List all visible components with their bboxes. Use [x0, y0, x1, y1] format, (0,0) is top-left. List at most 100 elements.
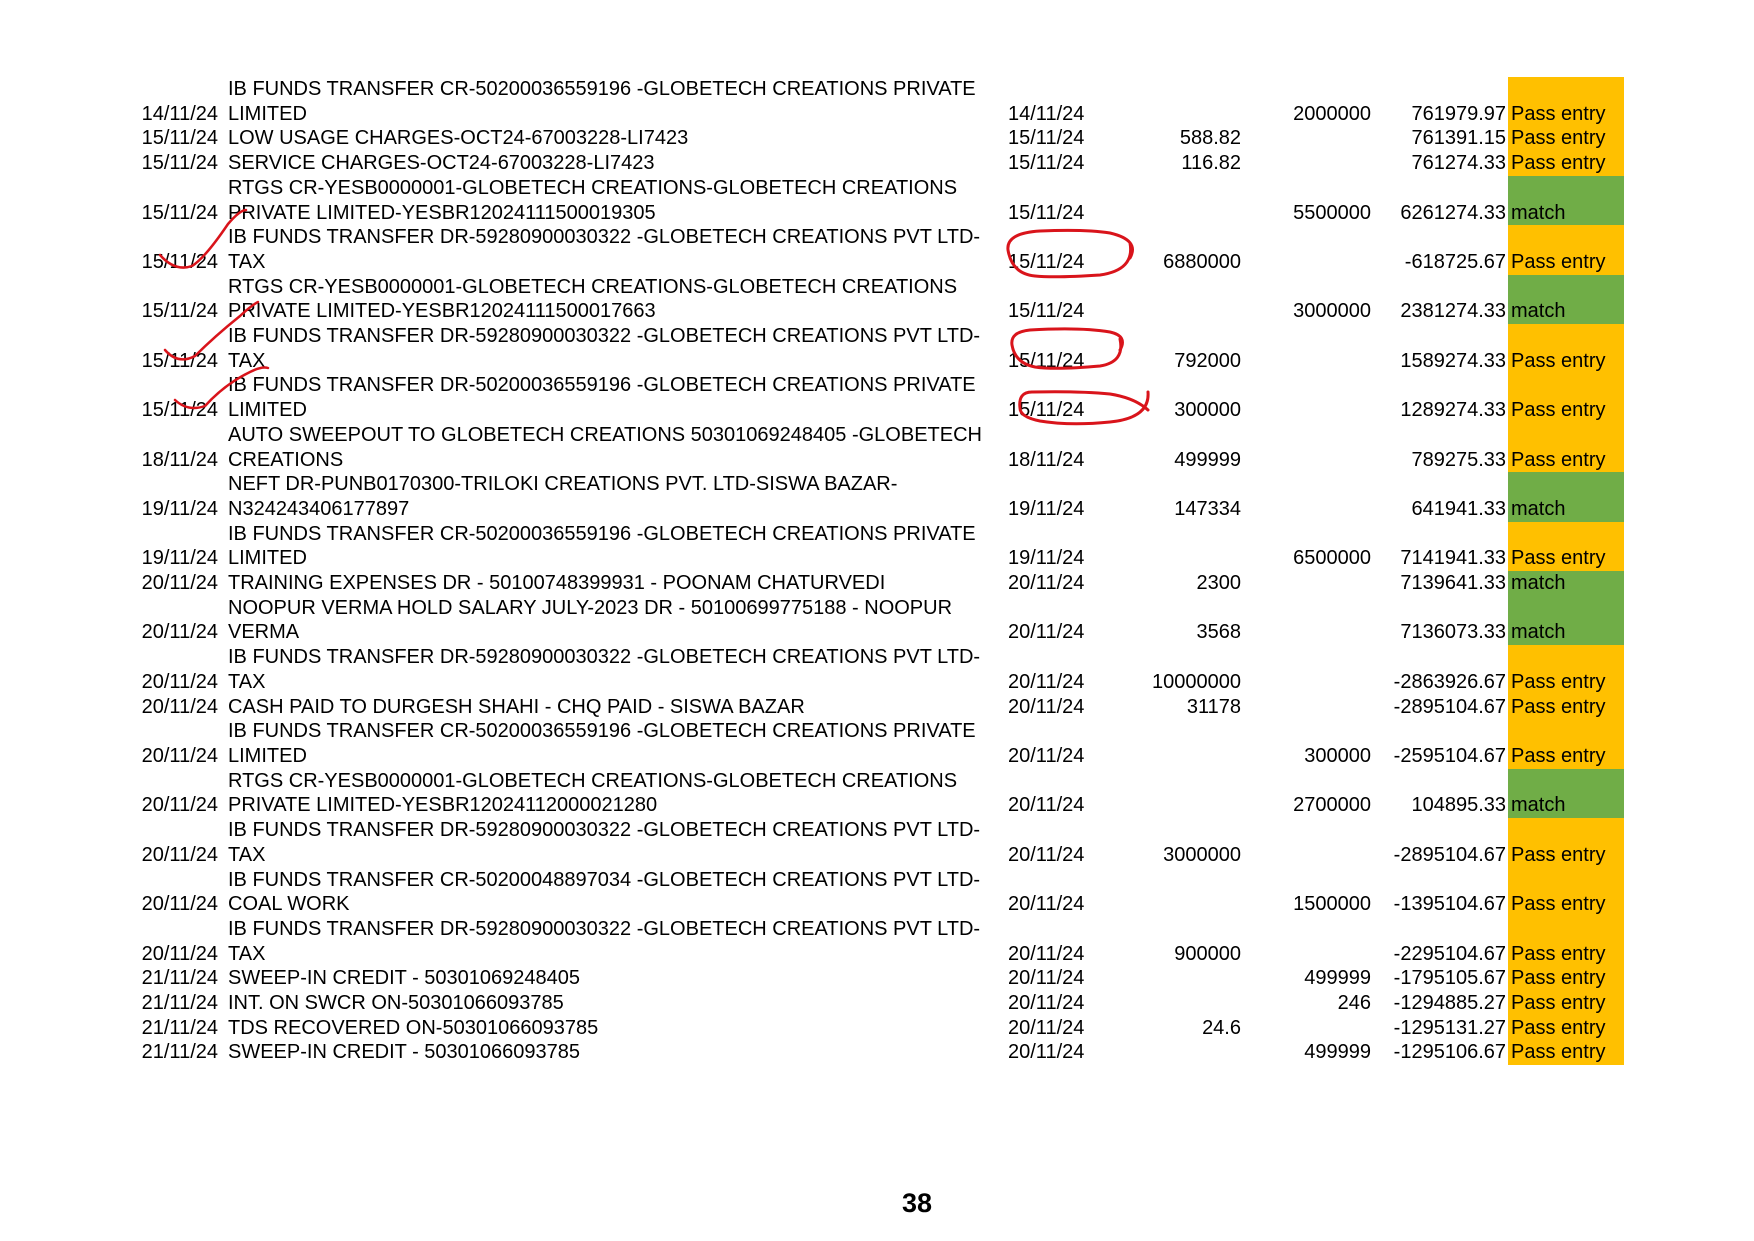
- debit-amount: [1120, 719, 1241, 768]
- debit-amount: [1120, 522, 1241, 571]
- txn-date: 21/11/24: [141, 1016, 218, 1039]
- txn-date: 20/11/24: [141, 695, 218, 718]
- table-row: 20/11/24 CASH PAID TO DURGESH SHAHI - CHQ…: [128, 694, 1624, 720]
- page-number: 38: [901, 1188, 933, 1218]
- reconciliation-status: match: [1508, 175, 1624, 226]
- debit-amount: 900000: [1174, 942, 1241, 965]
- value-date: 15/11/24: [1008, 349, 1085, 372]
- txn-description: IB FUNDS TRANSFER CR-50200036559196 -GLO…: [228, 78, 976, 125]
- txn-date: 20/11/24: [141, 893, 218, 916]
- reconciliation-status: Pass entry: [1508, 324, 1624, 374]
- txn-date: 15/11/24: [141, 300, 218, 323]
- balance: -2895104.67: [1393, 695, 1506, 718]
- table-row: 15/11/24 IB FUNDS TRANSFER DR-50200036559…: [128, 373, 1624, 423]
- value-date: 20/11/24: [1008, 744, 1085, 767]
- balance: 1589274.33: [1400, 349, 1506, 372]
- table-row: 14/11/24 IB FUNDS TRANSFER CR-50200036559…: [128, 77, 1624, 127]
- reconciliation-status: Pass entry: [1508, 1015, 1624, 1041]
- reconciliation-status: match: [1508, 472, 1624, 522]
- txn-date: 15/11/24: [141, 399, 218, 422]
- table-row: 19/11/24 IB FUNDS TRANSFER CR-50200036559…: [128, 521, 1624, 572]
- credit-amount: [1241, 324, 1371, 373]
- txn-description: IB FUNDS TRANSFER DR-59280900030322 -GLO…: [228, 226, 981, 273]
- txn-date: 14/11/24: [141, 102, 218, 125]
- balance: 789275.33: [1411, 448, 1506, 471]
- debit-amount: 116.82: [1181, 152, 1241, 175]
- balance: -2295104.67: [1393, 942, 1506, 965]
- value-date: 14/11/24: [1008, 102, 1085, 125]
- txn-description: IB FUNDS TRANSFER CR-50200036559196 -GLO…: [228, 720, 976, 767]
- credit-amount: [1241, 917, 1371, 966]
- txn-date: 20/11/24: [141, 670, 218, 693]
- balance: 1289274.33: [1400, 399, 1506, 422]
- table-row: 15/11/24 IB FUNDS TRANSFER DR-59280900030…: [128, 225, 1624, 275]
- balance: -1295131.27: [1393, 1016, 1506, 1039]
- balance: -1295106.67: [1393, 1041, 1506, 1064]
- value-date: 20/11/24: [1008, 967, 1085, 990]
- txn-description: IB FUNDS TRANSFER DR-50200036559196 -GLO…: [228, 374, 976, 422]
- debit-amount: 147334: [1174, 497, 1241, 520]
- reconciliation-status: match: [1508, 571, 1624, 596]
- value-date: 15/11/24: [1008, 250, 1085, 273]
- txn-description: RTGS CR-YESB0000001-GLOBETECH CREATIONS-…: [228, 769, 958, 817]
- reconciliation-status: Pass entry: [1508, 521, 1624, 572]
- credit-amount: [1241, 151, 1371, 176]
- txn-description: TRAINING EXPENSES DR - 50100748399931 - …: [228, 572, 886, 595]
- value-date: 20/11/24: [1008, 794, 1085, 817]
- value-date: 20/11/24: [1008, 621, 1085, 644]
- balance: 7139641.33: [1400, 572, 1506, 595]
- balance: 761979.97: [1411, 102, 1506, 125]
- credit-amount: [1241, 472, 1371, 521]
- txn-description: RTGS CR-YESB0000001-GLOBETECH CREATIONS-…: [228, 176, 958, 224]
- debit-amount: 499999: [1174, 448, 1241, 471]
- debit-amount: 588.82: [1179, 127, 1241, 150]
- debit-amount: 31178: [1186, 695, 1241, 718]
- balance: 641941.33: [1411, 497, 1506, 520]
- value-date: 15/11/24: [1008, 201, 1085, 224]
- credit-amount: [1241, 126, 1371, 151]
- value-date: 19/11/24: [1008, 497, 1085, 520]
- table-row: 20/11/24 IB FUNDS TRANSFER CR-50200036559…: [128, 719, 1624, 769]
- debit-amount: 6880000: [1163, 250, 1241, 273]
- table-row: 20/11/24 IB FUNDS TRANSFER CR-50200048897…: [128, 867, 1624, 917]
- debit-amount: 24.6: [1202, 1016, 1241, 1039]
- txn-date: 20/11/24: [141, 572, 218, 595]
- credit-amount: 499999: [1304, 1041, 1371, 1064]
- txn-description: CASH PAID TO DURGESH SHAHI - CHQ PAID - …: [228, 695, 805, 718]
- balance: -2595104.67: [1393, 744, 1506, 767]
- txn-description: TDS RECOVERED ON-50301066093785: [228, 1016, 599, 1039]
- balance: 104895.33: [1411, 794, 1506, 817]
- balance: -1294885.27: [1393, 992, 1506, 1015]
- txn-description: SWEEP-IN CREDIT - 50301066093785: [228, 1041, 581, 1064]
- txn-description: SERVICE CHARGES-OCT24-67003228-LI7423: [228, 152, 655, 175]
- credit-amount: [1241, 695, 1371, 720]
- statement-rows: 14/11/24 IB FUNDS TRANSFER CR-50200036559…: [128, 77, 1624, 1066]
- reconciliation-status: Pass entry: [1508, 991, 1624, 1016]
- txn-date: 19/11/24: [141, 547, 218, 570]
- table-row: 20/11/24 RTGS CR-YESB0000001-GLOBETECH CR…: [128, 768, 1624, 819]
- txn-date: 21/11/24: [141, 1041, 218, 1064]
- table-row: 20/11/24 IB FUNDS TRANSFER DR-59280900030…: [128, 645, 1624, 695]
- debit-amount: [1120, 991, 1241, 1016]
- txn-description: SWEEP-IN CREDIT - 50301069248405: [228, 967, 581, 990]
- credit-amount: [1241, 645, 1371, 694]
- txn-description: IB FUNDS TRANSFER DR-59280900030322 -GLO…: [228, 646, 981, 693]
- reconciliation-status: Pass entry: [1508, 916, 1624, 967]
- credit-amount: 300000: [1304, 744, 1371, 767]
- debit-amount: 3568: [1196, 621, 1242, 644]
- reconciliation-status: Pass entry: [1508, 151, 1624, 176]
- debit-amount: 10000000: [1152, 670, 1241, 693]
- credit-amount: [1241, 373, 1371, 422]
- table-row: 15/11/24 LOW USAGE CHARGES-OCT24-67003228…: [128, 126, 1624, 152]
- value-date: 15/11/24: [1008, 152, 1085, 175]
- txn-description: AUTO SWEEPOUT TO GLOBETECH CREATIONS 503…: [228, 423, 982, 471]
- table-row: 19/11/24 NEFT DR-PUNB0170300-TRILOKI CREA…: [128, 472, 1624, 522]
- txn-date: 15/11/24: [141, 127, 218, 150]
- table-row: 15/11/24 IB FUNDS TRANSFER DR-59280900030…: [128, 324, 1624, 374]
- credit-amount: 2700000: [1293, 794, 1371, 817]
- reconciliation-status: Pass entry: [1508, 694, 1624, 720]
- txn-date: 21/11/24: [141, 992, 218, 1015]
- balance: -618725.67: [1404, 250, 1506, 273]
- txn-description: IB FUNDS TRANSFER CR-50200048897034 -GLO…: [228, 868, 981, 916]
- reconciliation-status: Pass entry: [1508, 77, 1624, 127]
